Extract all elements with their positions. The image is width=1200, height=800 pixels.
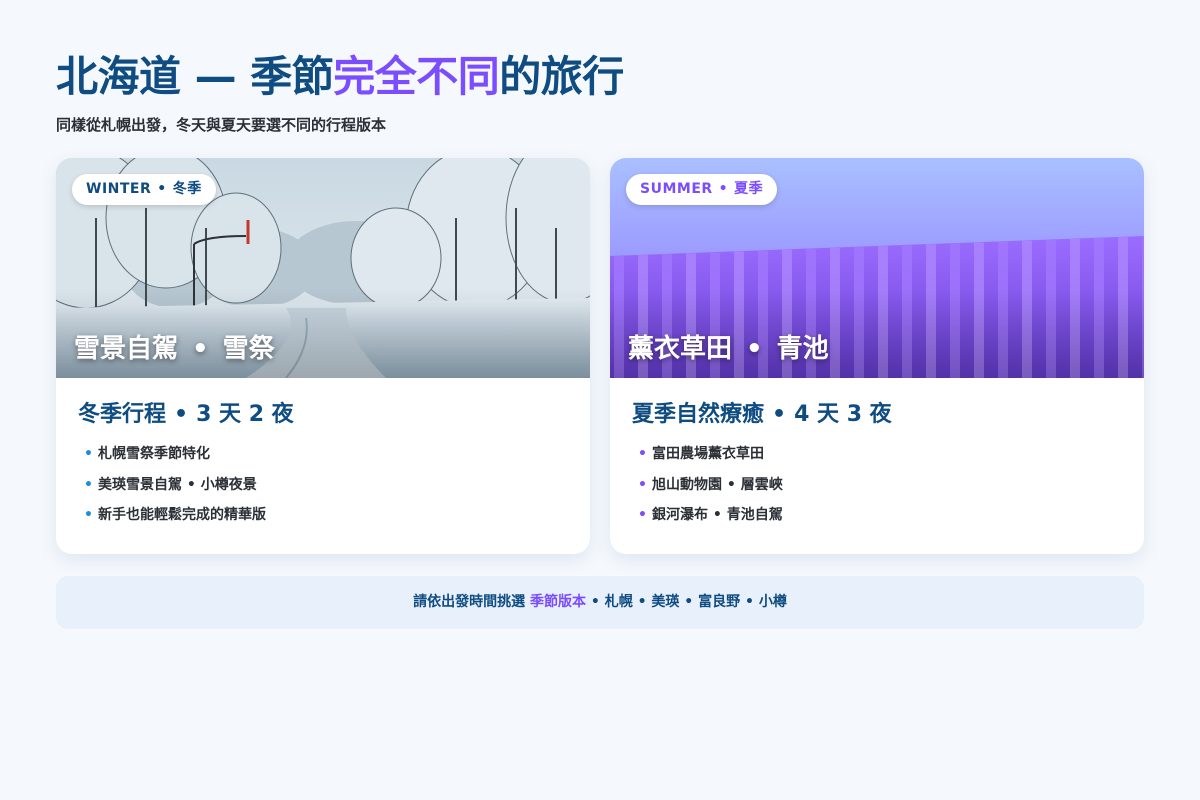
list-item-text: 札幌雪祭季節特化 [98,446,210,462]
hero-title-separator: • [746,334,763,364]
list-item: • 旭山動物園 • 層雲峽 [638,475,783,495]
summer-bullet-list: • 富田農場薰衣草田 • 旭山動物園 • 層雲峽 • 銀河瀑布 • 青池自駕 [638,444,783,536]
summer-card-heading: 夏季自然療癒 • 4 天 3 夜 [632,400,892,430]
title-part-2: 的旅行 [499,52,624,101]
heading-b: 4 天 3 夜 [794,402,892,427]
badge-season-zh: 冬季 [172,181,202,197]
heading-separator: • [174,402,189,427]
bullet-dot-icon: • [638,507,647,523]
list-item-text: 旭山動物園 • 層雲峽 [652,476,783,493]
summer-season-badge: SUMMER • 夏季 [626,174,778,205]
footer-prefix: 請依出發時間挑選 [413,594,531,610]
hero-title-b: 雪祭 [222,334,275,364]
list-item-text: 銀河瀑布 • 青池自駕 [652,507,783,523]
winter-hero-title: 雪景自駕 • 雪祭 [74,332,275,366]
heading-b: 3 天 2 夜 [196,402,294,427]
footer-highlight: 季節版本 [530,594,587,610]
list-item: • 富田農場薰衣草田 [638,444,783,464]
summer-card[interactable]: SUMMER • 夏季 薰衣草田 • 青池 夏季自然療癒 • 4 天 3 夜 • 富田農場薰衣… [610,158,1144,554]
summer-hero-image: SUMMER • 夏季 薰衣草田 • 青池 [610,158,1144,378]
badge-separator: • [718,181,729,197]
winter-season-badge: WINTER • 冬季 [72,174,216,205]
summer-hero-title: 薰衣草田 • 青池 [628,332,829,366]
list-item-text: 新手也能輕鬆完成的精華版 [98,507,266,523]
page-title: 北海道 — 季節完全不同的旅行 [56,50,624,104]
footer-banner: 請依出發時間挑選 季節版本 • 札幌 • 美瑛 • 富良野 • 小樽 [56,576,1144,629]
page-subtitle: 同樣從札幌出發，冬天與夏天要選不同的行程版本 [56,116,387,134]
page: 北海道 — 季節完全不同的旅行 同樣從札幌出發，冬天與夏天要選不同的行程版本 W… [0,0,1200,800]
list-item: • 札幌雪祭季節特化 [84,444,266,464]
badge-season-en: SUMMER [640,181,713,197]
bullet-dot-icon: • [638,476,647,493]
hero-title-a: 雪景自駕 [74,334,179,364]
list-item: • 銀河瀑布 • 青池自駕 [638,505,783,525]
badge-season-en: WINTER [86,181,152,197]
bullet-dot-icon: • [84,507,93,523]
hero-title-separator: • [192,334,209,364]
heading-a: 夏季自然療癒 [632,402,765,427]
winter-card[interactable]: WINTER • 冬季 雪景自駕 • 雪祭 冬季行程 • 3 天 2 夜 • 札幌雪祭季節特化… [56,158,590,554]
list-item: • 新手也能輕鬆完成的精華版 [84,505,266,525]
badge-separator: • [157,181,167,197]
bullet-dot-icon: • [84,446,93,462]
winter-bullet-list: • 札幌雪祭季節特化 • 美瑛雪景自駕 • 小樽夜景 • 新手也能輕鬆完成的精華版 [84,444,266,536]
footer-suffix: • 札幌 • 美瑛 • 富良野 • 小樽 [586,594,787,610]
title-part-1: 北海道 — 季節 [56,52,334,101]
heading-separator: • [772,402,787,427]
heading-a: 冬季行程 [78,402,167,427]
winter-hero-image: WINTER • 冬季 雪景自駕 • 雪祭 [56,158,590,378]
badge-season-zh: 夏季 [734,181,764,197]
list-item-text: 富田農場薰衣草田 [652,446,764,462]
hero-title-b: 青池 [776,334,829,364]
hero-title-a: 薰衣草田 [628,334,733,364]
winter-card-heading: 冬季行程 • 3 天 2 夜 [78,400,294,430]
list-item: • 美瑛雪景自駕 • 小樽夜景 [84,475,266,495]
bullet-dot-icon: • [638,446,647,462]
bullet-dot-icon: • [84,476,93,493]
list-item-text: 美瑛雪景自駕 • 小樽夜景 [98,476,257,493]
title-accent: 完全不同 [333,52,500,101]
